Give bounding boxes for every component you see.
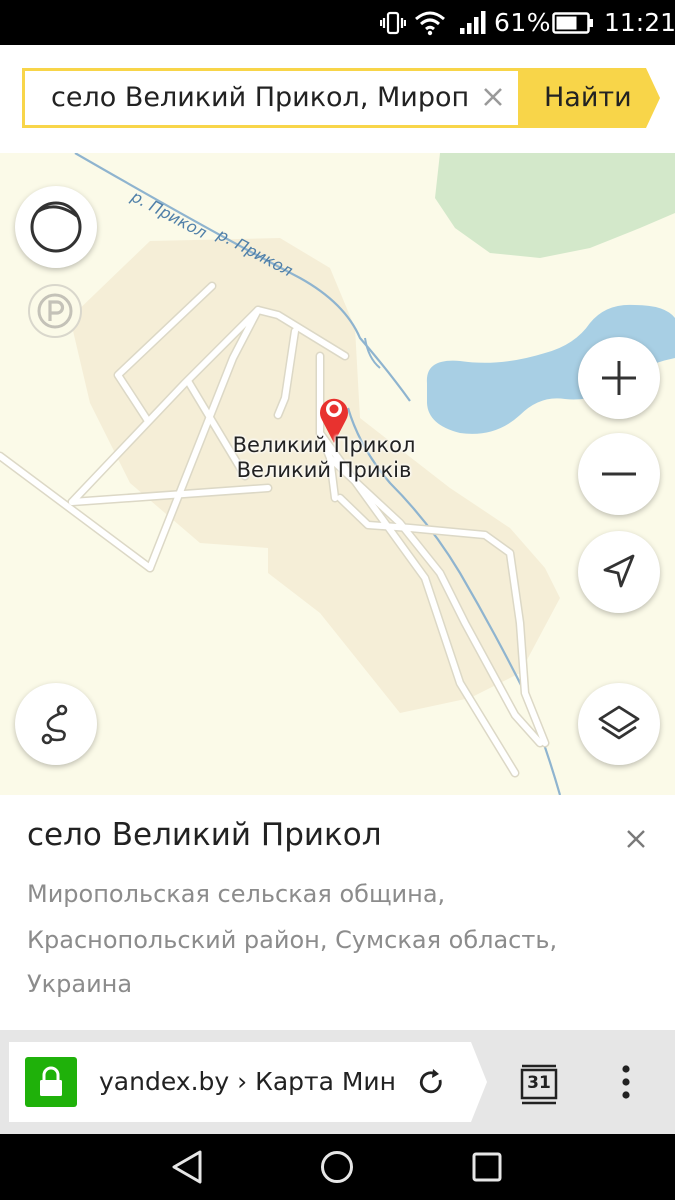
clear-search-icon[interactable] [481,85,505,109]
map-view[interactable]: р. Прикол р. Прикол Великий Прикол Велик… [0,153,675,795]
place-label-uk: Великий Приків [236,458,412,482]
tabs-button[interactable]: 31 [518,1062,564,1106]
place-label-ru: Великий Прикол [232,433,416,457]
search-input[interactable] [51,71,471,125]
tabs-count: 31 [527,1073,551,1093]
secure-lock-badge [25,1057,77,1107]
address-line: Украина [27,970,133,998]
find-button-label: Найти [544,82,632,113]
home-icon[interactable] [318,1148,356,1186]
address-line: Миропольская сельская община, [27,880,446,908]
url-text: yandex.by › Карта Минск [99,1067,397,1096]
browser-toolbar: yandex.by › Карта Минск 31 [0,1030,675,1134]
forest-area [435,153,675,258]
place-title: село Великий Прикол [27,817,382,853]
address-line: Краснопольский район, Сумская область, [27,926,558,954]
wifi-icon [415,11,445,36]
vibrate-icon [380,11,406,35]
route-button[interactable] [15,683,97,765]
zoom-out-button[interactable] [578,433,660,515]
system-nav-bar [0,1134,675,1200]
battery-icon [552,12,593,34]
find-button[interactable]: Найти [518,68,660,128]
minus-icon [602,472,636,476]
route-icon [41,704,68,745]
search-box [22,68,518,128]
my-location-button[interactable] [578,531,660,613]
signal-icon [460,11,486,34]
parking-icon [28,284,82,338]
layers-icon [598,705,640,740]
zoom-in-button[interactable] [578,337,660,419]
status-bar: 61% 11:21 [0,0,675,45]
close-icon[interactable] [623,826,649,852]
place-card[interactable]: село Великий Прикол Миропольская сельска… [0,795,675,1030]
parking-button[interactable] [24,280,86,342]
battery-percent: 61% [494,8,552,37]
clock: 11:21 [604,8,675,37]
plus-icon [602,361,636,395]
layers-button[interactable] [578,683,660,765]
more-menu-icon[interactable] [612,1064,640,1100]
navigation-arrow-icon [603,554,635,588]
compass-button[interactable] [15,186,97,268]
url-field[interactable]: yandex.by › Карта Минск [9,1042,487,1122]
lock-icon [40,1066,62,1096]
reload-icon[interactable] [415,1066,447,1098]
search-header: Найти [0,45,675,153]
river-label: р. Прикол [127,186,210,242]
compass-icon [30,201,82,253]
recent-apps-icon[interactable] [470,1150,504,1184]
back-icon[interactable] [168,1148,206,1186]
